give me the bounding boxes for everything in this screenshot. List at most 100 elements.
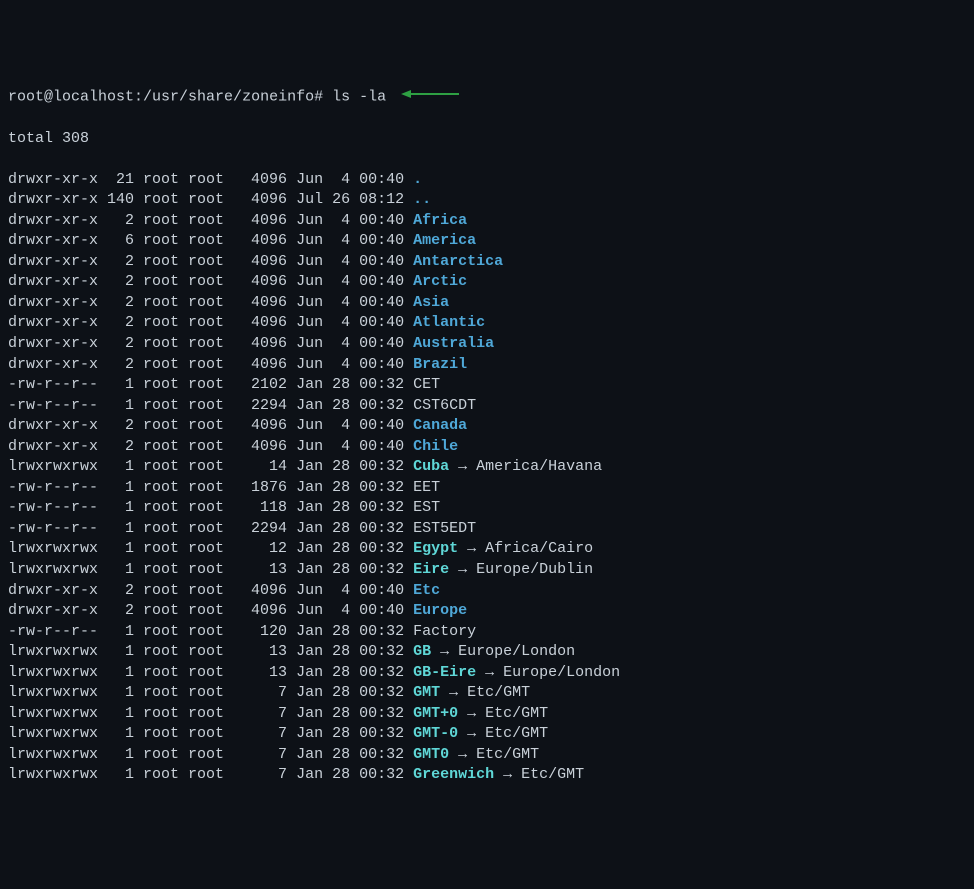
file-size: 4096 bbox=[233, 273, 296, 290]
file-size: 14 bbox=[233, 458, 296, 475]
symlink-target: Europe/Dublin bbox=[476, 561, 593, 578]
file-date: Jun 4 00:40 bbox=[296, 273, 413, 290]
listing-row: drwxr-xr-x 2 root root 4096 Jun 4 00:40 … bbox=[8, 355, 966, 376]
symlink-target: Etc/GMT bbox=[521, 766, 584, 783]
file-name: Africa bbox=[413, 212, 467, 229]
perms-links: lrwxrwxrwx 1 bbox=[8, 705, 143, 722]
file-name: Asia bbox=[413, 294, 449, 311]
listing-row: drwxr-xr-x 21 root root 4096 Jun 4 00:40… bbox=[8, 170, 966, 191]
owner-group: root root bbox=[143, 766, 233, 783]
perms-links: drwxr-xr-x 21 bbox=[8, 171, 143, 188]
owner-group: root root bbox=[143, 314, 233, 331]
file-date: Jan 28 00:32 bbox=[296, 664, 413, 681]
file-size: 12 bbox=[233, 540, 296, 557]
file-name: CST6CDT bbox=[413, 397, 476, 414]
file-date: Jan 28 00:32 bbox=[296, 479, 413, 496]
file-name: CET bbox=[413, 376, 440, 393]
file-size: 4096 bbox=[233, 602, 296, 619]
perms-links: -rw-r--r-- 1 bbox=[8, 520, 143, 537]
symlink-arrow-icon: → bbox=[431, 643, 458, 660]
listing-row: drwxr-xr-x 2 root root 4096 Jun 4 00:40 … bbox=[8, 581, 966, 602]
symlink-arrow-icon: → bbox=[449, 561, 476, 578]
owner-group: root root bbox=[143, 171, 233, 188]
listing-row: drwxr-xr-x 140 root root 4096 Jul 26 08:… bbox=[8, 190, 966, 211]
file-date: Jan 28 00:32 bbox=[296, 376, 413, 393]
listing-row: drwxr-xr-x 2 root root 4096 Jun 4 00:40 … bbox=[8, 272, 966, 293]
file-name: GB-Eire bbox=[413, 664, 476, 681]
owner-group: root root bbox=[143, 582, 233, 599]
perms-links: drwxr-xr-x 2 bbox=[8, 253, 143, 270]
file-size: 120 bbox=[233, 623, 296, 640]
perms-links: lrwxrwxrwx 1 bbox=[8, 746, 143, 763]
prompt-line[interactable]: root@localhost:/usr/share/zoneinfo# ls -… bbox=[8, 86, 966, 108]
file-date: Jan 28 00:32 bbox=[296, 684, 413, 701]
symlink-target: Etc/GMT bbox=[485, 705, 548, 722]
owner-group: root root bbox=[143, 417, 233, 434]
file-size: 4096 bbox=[233, 253, 296, 270]
perms-links: drwxr-xr-x 2 bbox=[8, 212, 143, 229]
file-listing: drwxr-xr-x 21 root root 4096 Jun 4 00:40… bbox=[8, 170, 966, 786]
prompt-user-host: root@localhost bbox=[8, 88, 134, 105]
file-name: Brazil bbox=[413, 356, 467, 373]
listing-row: -rw-r--r-- 1 root root 1876 Jan 28 00:32… bbox=[8, 478, 966, 499]
file-size: 4096 bbox=[233, 356, 296, 373]
file-name: Europe bbox=[413, 602, 467, 619]
listing-row: drwxr-xr-x 2 root root 4096 Jun 4 00:40 … bbox=[8, 211, 966, 232]
file-size: 2102 bbox=[233, 376, 296, 393]
file-size: 4096 bbox=[233, 582, 296, 599]
owner-group: root root bbox=[143, 746, 233, 763]
file-name: EET bbox=[413, 479, 440, 496]
file-date: Jun 4 00:40 bbox=[296, 335, 413, 352]
file-date: Jan 28 00:32 bbox=[296, 458, 413, 475]
symlink-target: Europe/London bbox=[458, 643, 575, 660]
file-date: Jun 4 00:40 bbox=[296, 232, 413, 249]
file-date: Jan 28 00:32 bbox=[296, 746, 413, 763]
symlink-target: Etc/GMT bbox=[467, 684, 530, 701]
owner-group: root root bbox=[143, 479, 233, 496]
perms-links: -rw-r--r-- 1 bbox=[8, 397, 143, 414]
listing-row: lrwxrwxrwx 1 root root 13 Jan 28 00:32 G… bbox=[8, 642, 966, 663]
file-name: Cuba bbox=[413, 458, 449, 475]
perms-links: drwxr-xr-x 2 bbox=[8, 356, 143, 373]
file-date: Jun 4 00:40 bbox=[296, 171, 413, 188]
listing-row: lrwxrwxrwx 1 root root 7 Jan 28 00:32 Gr… bbox=[8, 765, 966, 786]
file-size: 13 bbox=[233, 664, 296, 681]
file-date: Jun 4 00:40 bbox=[296, 356, 413, 373]
file-size: 2294 bbox=[233, 520, 296, 537]
file-name: Factory bbox=[413, 623, 476, 640]
listing-row: drwxr-xr-x 2 root root 4096 Jun 4 00:40 … bbox=[8, 437, 966, 458]
symlink-arrow-icon: → bbox=[494, 766, 521, 783]
file-date: Jan 28 00:32 bbox=[296, 561, 413, 578]
owner-group: root root bbox=[143, 705, 233, 722]
file-size: 4096 bbox=[233, 438, 296, 455]
perms-links: drwxr-xr-x 2 bbox=[8, 417, 143, 434]
file-size: 7 bbox=[233, 746, 296, 763]
file-date: Jun 4 00:40 bbox=[296, 582, 413, 599]
file-size: 118 bbox=[233, 499, 296, 516]
perms-links: drwxr-xr-x 6 bbox=[8, 232, 143, 249]
owner-group: root root bbox=[143, 191, 233, 208]
command-text: ls -la bbox=[332, 88, 386, 105]
listing-row: -rw-r--r-- 1 root root 118 Jan 28 00:32 … bbox=[8, 498, 966, 519]
perms-links: drwxr-xr-x 2 bbox=[8, 582, 143, 599]
listing-row: lrwxrwxrwx 1 root root 13 Jan 28 00:32 E… bbox=[8, 560, 966, 581]
file-size: 7 bbox=[233, 684, 296, 701]
file-date: Jun 4 00:40 bbox=[296, 314, 413, 331]
symlink-arrow-icon: → bbox=[458, 540, 485, 557]
perms-links: -rw-r--r-- 1 bbox=[8, 479, 143, 496]
file-name: Egypt bbox=[413, 540, 458, 557]
perms-links: drwxr-xr-x 140 bbox=[8, 191, 143, 208]
perms-links: lrwxrwxrwx 1 bbox=[8, 725, 143, 742]
perms-links: drwxr-xr-x 2 bbox=[8, 602, 143, 619]
perms-links: lrwxrwxrwx 1 bbox=[8, 643, 143, 660]
listing-row: drwxr-xr-x 2 root root 4096 Jun 4 00:40 … bbox=[8, 313, 966, 334]
file-date: Jan 28 00:32 bbox=[296, 397, 413, 414]
owner-group: root root bbox=[143, 273, 233, 290]
perms-links: -rw-r--r-- 1 bbox=[8, 499, 143, 516]
symlink-arrow-icon: → bbox=[476, 664, 503, 681]
file-date: Jan 28 00:32 bbox=[296, 499, 413, 516]
file-date: Jan 28 00:32 bbox=[296, 540, 413, 557]
file-size: 4096 bbox=[233, 191, 296, 208]
prompt-path: /usr/share/zoneinfo bbox=[143, 88, 314, 105]
listing-row: drwxr-xr-x 2 root root 4096 Jun 4 00:40 … bbox=[8, 334, 966, 355]
